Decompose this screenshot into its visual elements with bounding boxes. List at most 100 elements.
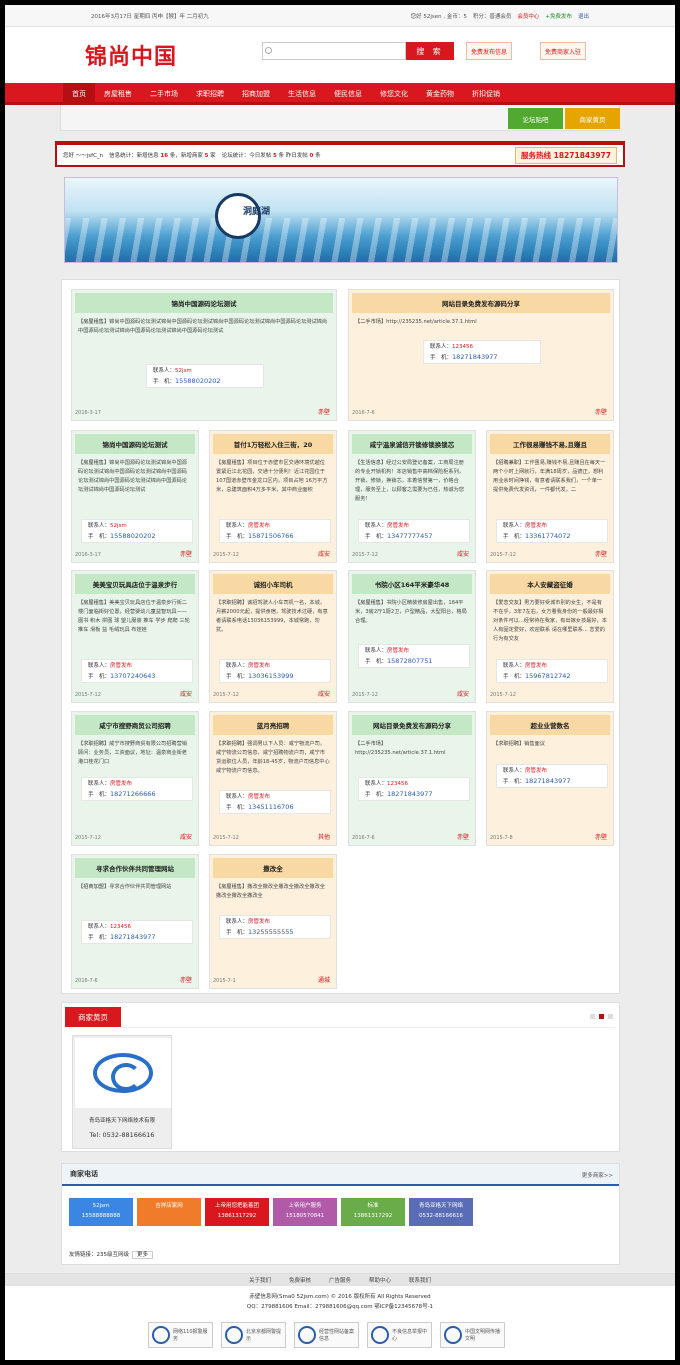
card-desc: 【求职招聘】诚招驾驶人小车司机一名，本城，月薪2000元起，提供食宿，驾驶技术过… <box>216 600 328 633</box>
logout-link[interactable]: 退出 <box>578 12 589 20</box>
card-location: 咸安 <box>179 691 192 698</box>
free-post-button[interactable]: 免费发布信息 <box>466 42 513 60</box>
trust-badge[interactable]: 网络110报警服务 <box>148 1322 213 1348</box>
listing-card[interactable]: 网站目录免费发布源码分享 【二手市场】http://235235.net/art… <box>348 289 614 421</box>
card-date: 2015-7-1 <box>213 978 236 984</box>
listing-card[interactable]: 咸宁市搜野商贸公司招聘 【求职招聘】咸宁市搜野商贸有限公司招聘营销顾问：业务员，… <box>71 711 199 846</box>
card-contact: 联系人：52jsm 手 机：15588020202 <box>81 519 193 543</box>
trust-badge[interactable]: 经营性网站备案信息 <box>294 1322 359 1348</box>
card-title[interactable]: 锦尚中国源码论坛测试 <box>75 434 195 454</box>
card-location: 赤壁 <box>179 977 192 984</box>
card-title[interactable]: 咸宁温泉诚信开锁修锁换锁芯 <box>352 434 472 454</box>
nav-item[interactable]: 折扣促销 <box>463 83 509 102</box>
nav-item[interactable]: 首页 <box>63 83 95 102</box>
listing-card[interactable]: 本人安藏盗征婚 【爱恋交友】男方要好受城市别的女生，不是有不在乎，3年7左右，女… <box>486 570 614 703</box>
banner[interactable]: 洞庭湖 <box>64 177 618 263</box>
page-frame: 2016年3月17日 星期四 丙申【猴】年 二月初九 您好 52jsen , 金… <box>5 5 675 1360</box>
shop-logo <box>75 1038 171 1108</box>
footer-nav: 关于我们 免费审核 广告服务 帮助中心 联系我们 <box>5 1274 675 1286</box>
trust-badges: 网络110报警服务 北京京都网警提示 经营性网站备案信息 不良信息举报中心 中国文明网传… <box>148 1322 505 1348</box>
card-location: 咸安 <box>317 551 330 558</box>
trust-badge[interactable]: 北京京都网警提示 <box>221 1322 286 1348</box>
phone-box[interactable]: 上帝用户服务 15180570841 <box>273 1198 337 1226</box>
nav-item[interactable]: 修您文化 <box>371 83 417 102</box>
listing-card[interactable]: 超业业营数名 【求职招聘】销售面议 联系人：房管发布手 机：1827184397… <box>486 711 614 846</box>
listing-card[interactable]: 诚招小车司机 【求职招聘】诚招驾驶人小车司机一名，本城，月薪2000元起，提供食… <box>209 570 337 703</box>
card-contact: 联系人：房管发布手 机：13036153999 <box>219 659 331 683</box>
card-date: 2016-7-6 <box>352 410 375 416</box>
card-title[interactable]: 首付1万轻松入住三街，20 <box>213 434 333 454</box>
card-date: 2015-7-12 <box>490 692 516 698</box>
info-stats: 信息统计：新增信息 16 条，新增商家 5 家 <box>109 153 216 159</box>
card-title[interactable]: 蓝月亮招聘 <box>213 715 333 735</box>
card-title[interactable]: 超业业营数名 <box>490 715 610 735</box>
card-location: 咸安 <box>317 691 330 698</box>
shops-button[interactable]: 商家黄页 <box>565 108 620 129</box>
free-post-link[interactable]: +免费发布 <box>545 12 572 20</box>
forum-button[interactable]: 论坛贴吧 <box>508 108 563 129</box>
card-title[interactable]: 网站目录免费发布源码分享 <box>352 715 472 735</box>
shop-card[interactable]: 青岛亚格天下网络技术有限 Tel: 0532-88166616 <box>72 1035 172 1149</box>
nav-item[interactable]: 生活信息 <box>279 83 325 102</box>
nav-item[interactable]: 黄金药物 <box>417 83 463 102</box>
nav-item[interactable]: 求职招聘 <box>187 83 233 102</box>
card-contact: 联系人：房管发布手 机：13361774072 <box>496 519 608 543</box>
shop-tab[interactable]: 商家黄页 <box>65 1007 121 1027</box>
listing-card[interactable]: 咸宁温泉诚信开锁修锁换锁芯 【生活信息】经过公安局登记备案，工商局注册的专业开锁… <box>348 430 476 563</box>
carousel-dot[interactable] <box>590 1014 595 1019</box>
card-date: 2016-7-6 <box>352 835 375 841</box>
phone-box[interactable]: 上帝用您把能着团 13861317292 <box>205 1198 269 1226</box>
copyright-line: 赤壁信息网(Sma0 52jsm.com) © 2016 版权所有 All Ri… <box>249 1294 431 1300</box>
site-logo[interactable]: 锦尚中国 <box>85 39 177 71</box>
card-contact: 联系人：房管发布手 机：13451116706 <box>219 790 331 814</box>
carousel-dot-active[interactable] <box>599 1014 604 1019</box>
card-desc: 【房屋租售】项目位于赤壁市区交通环境优越位置紧近江北花园，交通十分便利！近江花园… <box>216 460 328 493</box>
friend-links: 友情链接：235级互网级 更多 <box>69 1250 154 1259</box>
card-title[interactable]: 美美宝贝玩具店位于温泉步行 <box>75 574 195 594</box>
listing-card[interactable]: 撒改全 【房屋租售】撒改全撒改全撒改全撒改全撒改全撒改全撒改全撒改全 联系人：房… <box>209 854 337 989</box>
listing-card[interactable]: 美美宝贝玩具店位于温泉步行 【房屋租售】美美宝贝玩具店位于温泉步行街二楼门面临街… <box>71 570 199 703</box>
nav-item[interactable]: 招商加盟 <box>233 83 279 102</box>
card-title[interactable]: 撒改全 <box>213 858 333 878</box>
carousel-dot[interactable] <box>608 1014 613 1019</box>
phone-box[interactable]: 青岛亚格天下网络 0532-88166616 <box>409 1198 473 1226</box>
card-title[interactable]: 寻求合作伙伴共同管理网站 <box>75 858 195 878</box>
listing-card[interactable]: 首付1万轻松入住三街，20 【房屋租售】项目位于赤壁市区交通环境优越位置紧近江北… <box>209 430 337 563</box>
nav-item[interactable]: 房屋租售 <box>95 83 141 102</box>
trust-badge[interactable]: 不良信息举报中心 <box>367 1322 432 1348</box>
card-title[interactable]: 网站目录免费发布源码分享 <box>352 293 610 313</box>
card-date: 2015-7-8 <box>490 835 513 841</box>
phone-box[interactable]: 52jsm 15588888888 <box>69 1198 133 1226</box>
card-title[interactable]: 咸宁市搜野商贸公司招聘 <box>75 715 195 735</box>
card-location: 赤壁 <box>594 409 607 416</box>
listing-card[interactable]: 蓝月亮招聘 【求职招聘】强调男以下人员：咸宁物流户司，咸宁物流公司信息，咸宁招聘… <box>209 711 337 846</box>
listing-card[interactable]: 书院小区164平米豪华48 【房屋租售】书院小区精装修房屋出售，164平米，3房… <box>348 570 476 703</box>
listing-card[interactable]: 网站目录免费发布源码分享 【二手市场】http://235235.net/art… <box>348 711 476 846</box>
listing-card[interactable]: 锦尚中国源码论坛测试 【房屋租售】锦尚中国源码论坛测试锦尚中国源码论坛测试锦尚中… <box>71 289 337 421</box>
card-contact: 联系人：房管发布手 机：15871506766 <box>219 519 331 543</box>
search-input[interactable] <box>262 42 406 60</box>
trust-badge[interactable]: 中国文明网传播文明 <box>440 1322 505 1348</box>
search-button[interactable]: 搜 索 <box>406 42 454 60</box>
listing-card[interactable]: 工作很易赚钱不易,且赚且 【招聘兼职】工作虽易,赚钱不易,且赚且在每天一两个小时… <box>486 430 614 563</box>
card-title[interactable]: 锦尚中国源码论坛测试 <box>75 293 333 313</box>
listing-card[interactable]: 锦尚中国源码论坛测试 【房屋租售】锦尚中国源码论坛测试锦尚中国源码论坛测试锦尚中… <box>71 430 199 563</box>
footer-link[interactable]: 关于我们 <box>249 1276 271 1284</box>
nav-item[interactable]: 便民信息 <box>325 83 371 102</box>
footer-link[interactable]: 广告服务 <box>329 1276 351 1284</box>
member-center-link[interactable]: 会员中心 <box>517 12 539 20</box>
card-title[interactable]: 书院小区164平米豪华48 <box>352 574 472 594</box>
card-title[interactable]: 诚招小车司机 <box>213 574 333 594</box>
footer-link[interactable]: 联系我们 <box>409 1276 431 1284</box>
card-title[interactable]: 工作很易赚钱不易,且赚且 <box>490 434 610 454</box>
links-more-select[interactable]: 更多 <box>132 1251 154 1259</box>
more-shops-link[interactable]: 更多商家>> <box>582 1171 613 1179</box>
shop-join-button[interactable]: 免费商家入驻 <box>540 42 587 60</box>
listing-card[interactable]: 寻求合作伙伴共同管理网站 【招商加盟】寻求合作伙伴共同管理网站 联系人：1234… <box>71 854 199 989</box>
footer-link[interactable]: 帮助中心 <box>369 1276 391 1284</box>
phone-box[interactable]: 吉祥店家网 <box>137 1198 201 1226</box>
phone-box[interactable]: 标准 13861317292 <box>341 1198 405 1226</box>
nav-item[interactable]: 二手市场 <box>141 83 187 102</box>
footer-link[interactable]: 免费审核 <box>289 1276 311 1284</box>
card-title[interactable]: 本人安藏盗征婚 <box>490 574 610 594</box>
